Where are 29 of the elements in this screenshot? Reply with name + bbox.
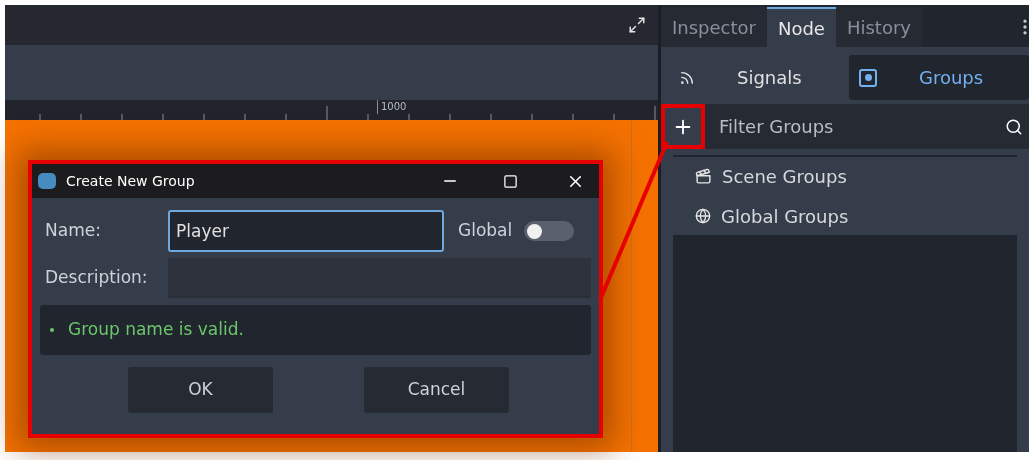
signal-icon — [679, 69, 695, 86]
maximize-icon[interactable] — [503, 173, 518, 189]
name-field[interactable]: Player — [168, 210, 444, 252]
add-group-button[interactable] — [661, 104, 705, 149]
clapperboard-icon — [695, 167, 712, 185]
fullscreen-icon[interactable] — [628, 16, 646, 34]
dock-tab[interactable]: Inspector — [661, 7, 767, 47]
dock-subtab[interactable]: Groups — [849, 55, 1029, 100]
global-label: Global — [458, 219, 513, 243]
validation-message: Group name is valid. — [68, 318, 244, 342]
dialog-button[interactable]: OK — [128, 367, 273, 413]
tree-item[interactable]: Scene Groups — [673, 161, 1017, 191]
dock-tab[interactable]: History — [835, 7, 922, 47]
bullet-icon — [50, 328, 54, 332]
groups-icon — [859, 68, 877, 87]
tree-item[interactable]: Global Groups — [673, 201, 1017, 231]
description-label: Description: — [44, 266, 149, 290]
dock-tab[interactable]: Node — [766, 7, 836, 47]
globe-icon — [695, 208, 711, 224]
search-icon — [1005, 117, 1023, 136]
dialog-title: Create New Group — [66, 171, 196, 191]
filter-field[interactable]: Filter Groups — [705, 104, 999, 149]
dock-subtab[interactable]: Signals — [669, 55, 849, 100]
dialog-button[interactable]: Cancel — [364, 367, 509, 413]
app-logo-icon — [38, 173, 56, 189]
global-toggle[interactable] — [524, 221, 575, 241]
search-button[interactable] — [999, 104, 1029, 149]
ruler-label: 1000 — [377, 100, 407, 114]
name-label: Name: — [44, 219, 102, 243]
